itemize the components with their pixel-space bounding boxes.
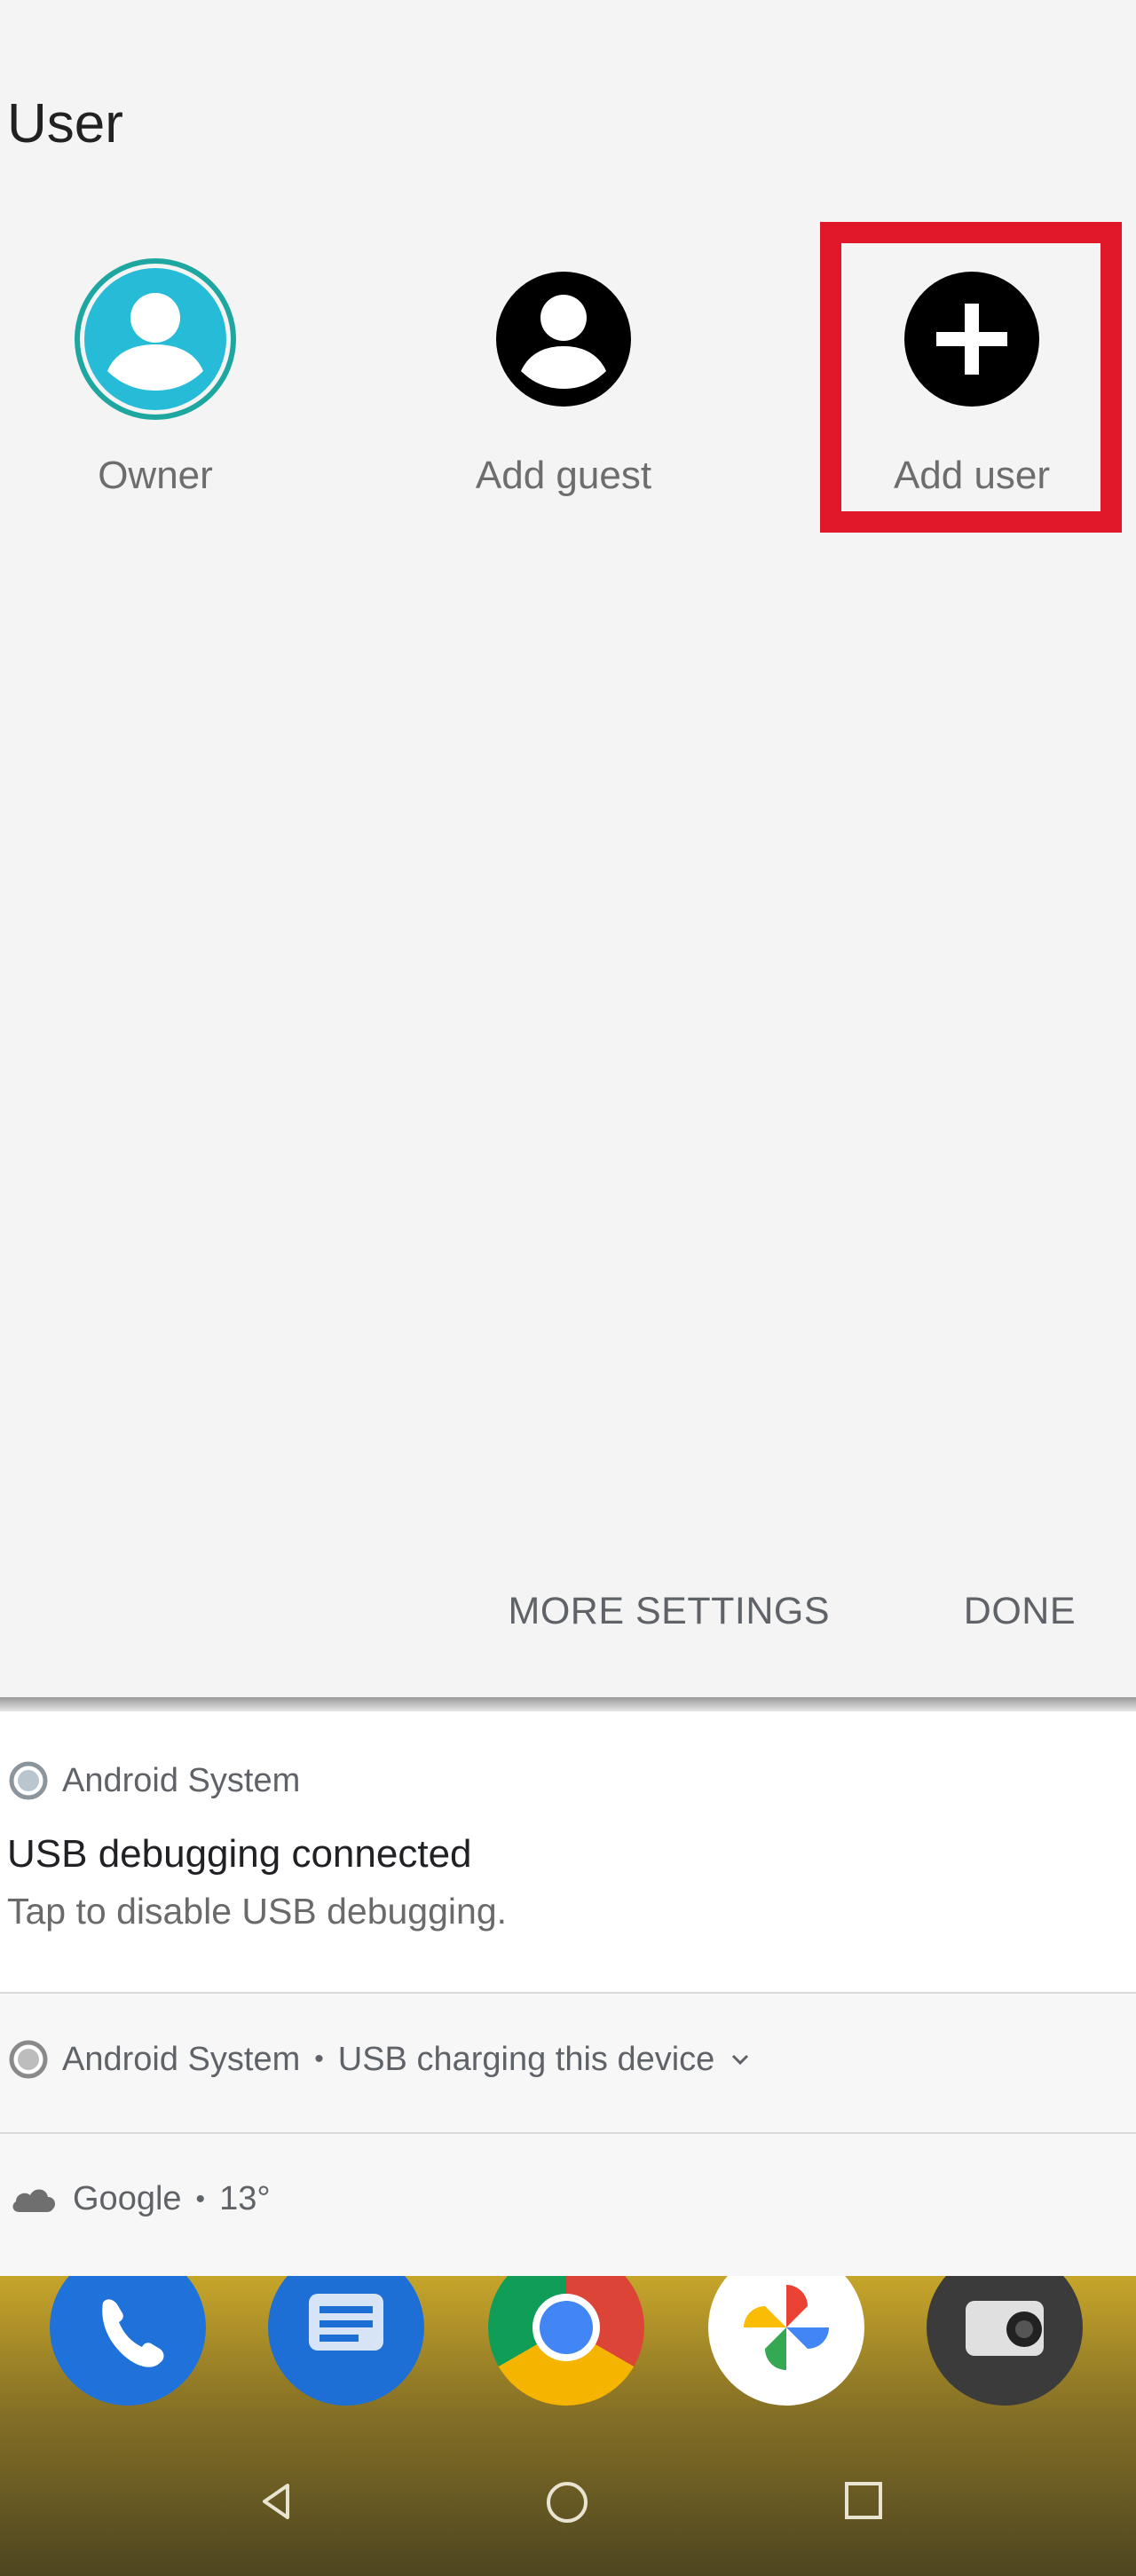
notification-usb-debugging[interactable]: Android System USB debugging connected T… (0, 1711, 1136, 1992)
photos-glyph (744, 2285, 829, 2370)
chrome-glyph (532, 2294, 600, 2361)
home-icon[interactable] (543, 2478, 591, 2526)
notification-header: Android System (9, 1761, 300, 1800)
notification-summary: USB charging this device (337, 2040, 715, 2078)
panel-shadow (0, 1697, 1136, 1711)
account-circle-icon (75, 258, 236, 420)
phone-icon[interactable] (50, 2276, 206, 2406)
separator-dot: • (314, 2044, 324, 2074)
separator-dot: • (195, 2184, 206, 2214)
add-guest-tile[interactable]: Add guest (413, 257, 714, 524)
panel-title: User (7, 93, 123, 154)
notification-body: Tap to disable USB debugging. (7, 1891, 508, 1932)
notification-app-name: Android System (62, 1761, 301, 1799)
camera-icon[interactable] (927, 2276, 1083, 2406)
android-system-icon (9, 2040, 48, 2079)
messages-icon[interactable] (268, 2276, 424, 2406)
highlight-box (820, 222, 1122, 533)
chevron-down-icon[interactable] (729, 2048, 752, 2071)
notification-usb-charging[interactable]: Android System • USB charging this devic… (0, 1994, 1136, 2132)
notification-summary: 13° (219, 2180, 271, 2217)
notification-header: Android System • USB charging this devic… (9, 2040, 752, 2079)
notification-google-weather[interactable]: Google • 13° (0, 2134, 1136, 2276)
back-icon[interactable] (254, 2478, 300, 2525)
camera-glyph (966, 2301, 1044, 2356)
recents-icon[interactable] (841, 2478, 886, 2523)
messages-glyph (309, 2294, 383, 2351)
notification-header: Google • 13° (9, 2180, 271, 2218)
user-tile-owner[interactable]: Owner (4, 257, 306, 524)
notification-title: USB debugging connected (7, 1832, 472, 1876)
navigation-bar (0, 2441, 1136, 2576)
done-button[interactable]: DONE (964, 1580, 1076, 1642)
cloud-icon (12, 2188, 55, 2212)
photos-icon[interactable] (708, 2276, 864, 2406)
chrome-icon[interactable] (488, 2276, 644, 2406)
phone-glyph (102, 2299, 164, 2367)
notification-app-name: Android System (62, 2040, 301, 2078)
android-system-icon (9, 1761, 48, 1800)
notification-app-name: Google (73, 2180, 182, 2217)
user-panel: User Owner Add guest Add user MORE SETTI… (0, 0, 1136, 1697)
add-guest-label: Add guest (475, 454, 652, 497)
user-tile-label: Owner (98, 454, 213, 497)
more-settings-button[interactable]: MORE SETTINGS (509, 1580, 830, 1642)
account-circle-icon (496, 272, 631, 407)
